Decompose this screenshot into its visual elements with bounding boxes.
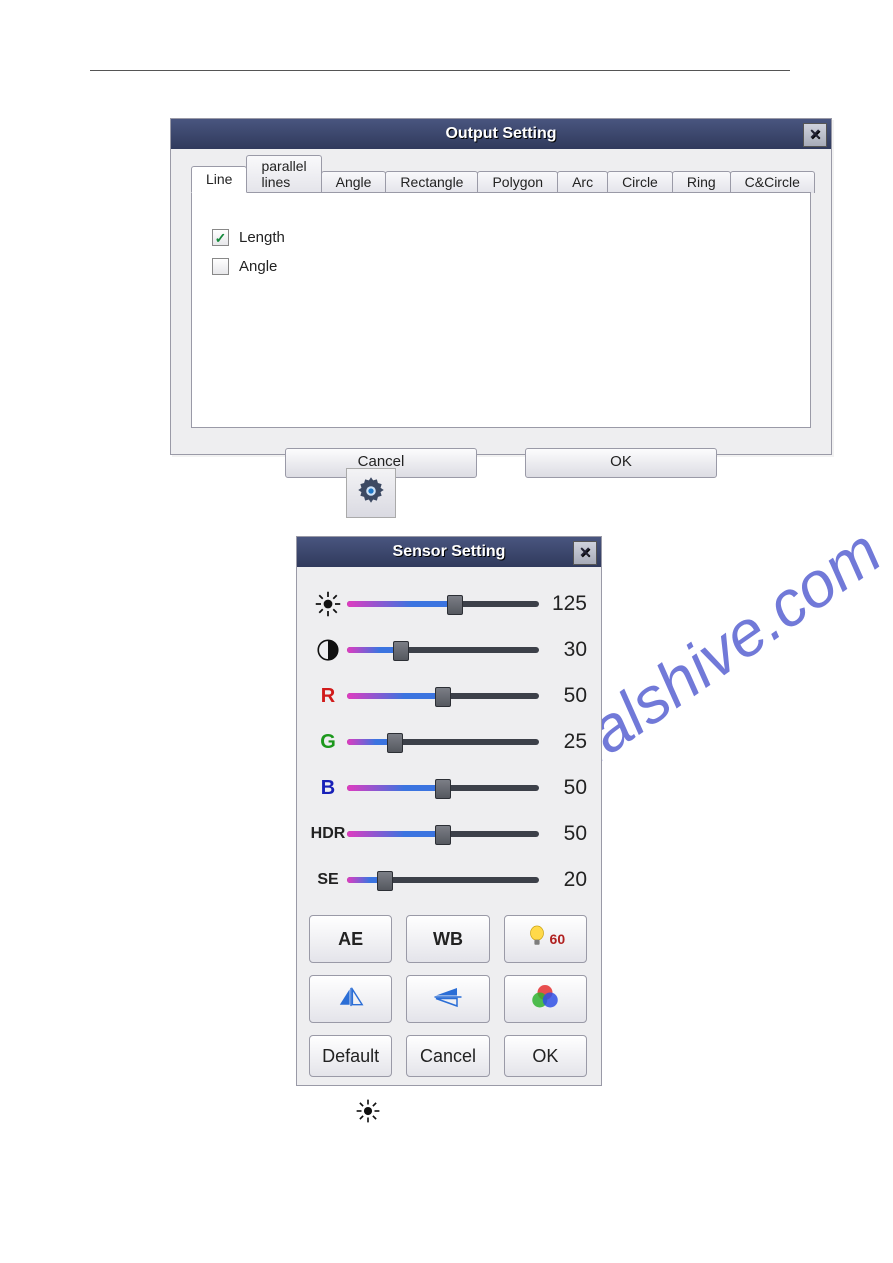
- output-setting-dialog: Output Setting ✕ Line parallel lines Ang…: [170, 118, 832, 455]
- light-freq-button[interactable]: 60: [504, 915, 587, 963]
- se-label: SE: [309, 871, 347, 889]
- sensor-cancel-button[interactable]: Cancel: [406, 1035, 489, 1077]
- r-value: 50: [539, 684, 587, 708]
- sensor-titlebar: Sensor Setting ✕: [297, 537, 601, 567]
- slider-row-se: SE 20: [309, 857, 587, 903]
- slider-row-r: R 50: [309, 673, 587, 719]
- hdr-value: 50: [539, 822, 587, 846]
- tab-ring[interactable]: Ring: [672, 171, 731, 193]
- output-tabbar: Line parallel lines Angle Rectangle Poly…: [191, 169, 811, 193]
- checkbox-length[interactable]: [212, 229, 229, 246]
- default-button[interactable]: Default: [309, 1035, 392, 1077]
- contrast-slider[interactable]: [347, 642, 539, 658]
- contrast-icon: [309, 637, 347, 663]
- b-label: B: [309, 777, 347, 800]
- g-slider[interactable]: [347, 734, 539, 750]
- light-freq-label: 60: [550, 931, 566, 947]
- sensor-close-button[interactable]: ✕: [573, 541, 597, 565]
- output-close-button[interactable]: ✕: [803, 123, 827, 147]
- tab-c-and-circle[interactable]: C&Circle: [730, 171, 815, 193]
- gear-icon: [354, 474, 388, 513]
- slider-row-b: B 50: [309, 765, 587, 811]
- b-value: 50: [539, 776, 587, 800]
- flip-vertical-button[interactable]: [406, 975, 489, 1023]
- divider-top: [90, 70, 790, 71]
- hdr-slider[interactable]: [347, 826, 539, 842]
- slider-row-brightness: 125: [309, 581, 587, 627]
- tab-parallel-lines[interactable]: parallel lines: [246, 155, 321, 193]
- output-titlebar: Output Setting ✕: [171, 119, 831, 149]
- flip-vertical-icon: [433, 986, 463, 1013]
- slider-row-hdr: HDR 50: [309, 811, 587, 857]
- g-value: 25: [539, 730, 587, 754]
- r-slider[interactable]: [347, 688, 539, 704]
- tab-line[interactable]: Line: [191, 166, 247, 193]
- flip-horizontal-icon: [337, 985, 365, 1014]
- se-slider[interactable]: [347, 872, 539, 888]
- checkbox-angle[interactable]: [212, 258, 229, 275]
- sensor-ok-button[interactable]: OK: [504, 1035, 587, 1077]
- contrast-value: 30: [539, 638, 587, 662]
- brightness-icon: [309, 590, 347, 618]
- checkbox-length-label: Length: [239, 229, 285, 246]
- brightness-slider[interactable]: [347, 596, 539, 612]
- hdr-label: HDR: [309, 825, 347, 843]
- tab-angle[interactable]: Angle: [321, 171, 387, 193]
- g-label: G: [309, 731, 347, 754]
- flip-horizontal-button[interactable]: [309, 975, 392, 1023]
- slider-row-g: G 25: [309, 719, 587, 765]
- sensor-title: Sensor Setting: [393, 543, 506, 561]
- tab-arc[interactable]: Arc: [557, 171, 608, 193]
- tab-polygon[interactable]: Polygon: [477, 171, 558, 193]
- b-slider[interactable]: [347, 780, 539, 796]
- bulb-icon: [526, 924, 548, 955]
- wb-button[interactable]: WB: [406, 915, 489, 963]
- r-label: R: [309, 685, 347, 708]
- tab-rectangle[interactable]: Rectangle: [385, 171, 478, 193]
- sensor-setting-dialog: Sensor Setting ✕ 125: [296, 536, 602, 1086]
- tab-content-line: Length Angle: [191, 192, 811, 428]
- checkbox-angle-label: Angle: [239, 258, 277, 275]
- se-value: 20: [539, 868, 587, 892]
- standalone-brightness-icon: [355, 1098, 381, 1129]
- brightness-value: 125: [539, 592, 587, 616]
- rgb-circles-icon: [530, 983, 560, 1016]
- tab-circle[interactable]: Circle: [607, 171, 673, 193]
- output-ok-button[interactable]: OK: [525, 448, 717, 478]
- ae-button[interactable]: AE: [309, 915, 392, 963]
- color-mode-button[interactable]: [504, 975, 587, 1023]
- sensor-settings-gear-button[interactable]: [346, 468, 396, 518]
- slider-row-contrast: 30: [309, 627, 587, 673]
- output-title: Output Setting: [445, 125, 556, 143]
